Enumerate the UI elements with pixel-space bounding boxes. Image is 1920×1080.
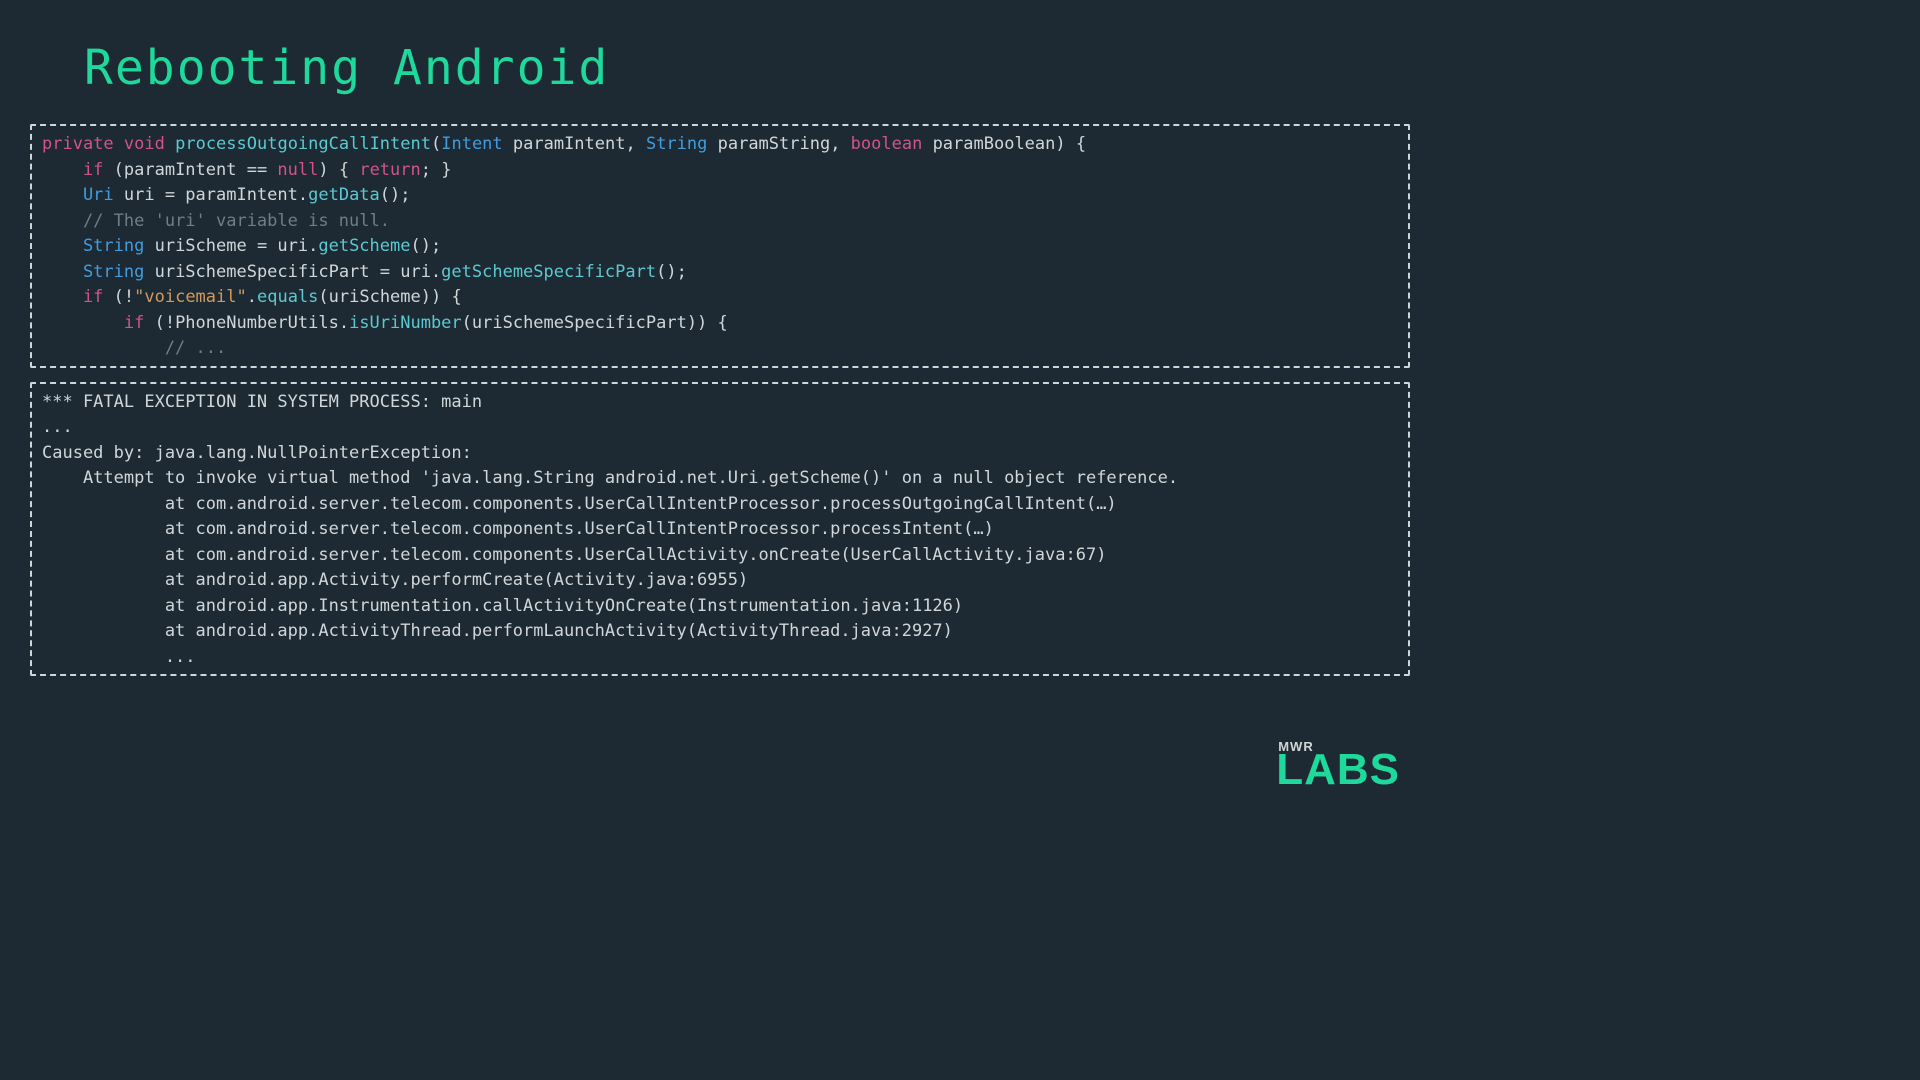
log-line: at com.android.server.telecom.components… bbox=[42, 545, 1106, 565]
code-token: getScheme bbox=[318, 236, 410, 256]
logo-bottom-text: LABS bbox=[1276, 748, 1400, 792]
code-token: private bbox=[42, 134, 114, 154]
code-token: (uriScheme)) { bbox=[318, 287, 461, 307]
log-line: ... bbox=[42, 647, 196, 667]
code-token: Uri bbox=[42, 185, 114, 205]
code-token: boolean bbox=[851, 134, 923, 154]
code-token: (uriSchemeSpecificPart)) { bbox=[462, 313, 728, 333]
code-token: if bbox=[42, 313, 144, 333]
code-token: uri = paramIntent. bbox=[114, 185, 308, 205]
code-token: if bbox=[42, 287, 103, 307]
log-line: Attempt to invoke virtual method 'java.l… bbox=[42, 468, 1178, 488]
code-token: ( bbox=[431, 134, 441, 154]
code-token: null bbox=[277, 160, 318, 180]
code-token: getData bbox=[308, 185, 380, 205]
code-token: equals bbox=[257, 287, 318, 307]
log-line: Caused by: java.lang.NullPointerExceptio… bbox=[42, 443, 472, 463]
code-token: if bbox=[42, 160, 103, 180]
code-token: ) { bbox=[318, 160, 359, 180]
log-line: *** FATAL EXCEPTION IN SYSTEM PROCESS: m… bbox=[42, 392, 482, 412]
code-token: Intent bbox=[441, 134, 502, 154]
log-line: at com.android.server.telecom.components… bbox=[42, 494, 1117, 514]
code-token: // ... bbox=[42, 338, 226, 358]
code-token: String bbox=[646, 134, 707, 154]
slide: Rebooting Android private void processOu… bbox=[0, 0, 1440, 810]
log-line: at android.app.ActivityThread.performLau… bbox=[42, 621, 953, 641]
code-token: (); bbox=[410, 236, 441, 256]
code-token: // The 'uri' variable is null. bbox=[42, 211, 390, 231]
slide-title: Rebooting Android bbox=[84, 40, 1410, 96]
code-token: paramIntent, bbox=[503, 134, 646, 154]
code-token: paramBoolean) { bbox=[922, 134, 1086, 154]
log-line: at android.app.Instrumentation.callActiv… bbox=[42, 596, 963, 616]
code-token: void bbox=[124, 134, 165, 154]
mwr-labs-logo: MWR LABS bbox=[1276, 739, 1400, 792]
code-box-stacktrace: *** FATAL EXCEPTION IN SYSTEM PROCESS: m… bbox=[30, 382, 1410, 677]
log-line: ... bbox=[42, 417, 73, 437]
code-token: String bbox=[42, 236, 144, 256]
code-token: ; } bbox=[421, 160, 452, 180]
code-token: paramString, bbox=[707, 134, 850, 154]
code-token: (paramIntent == bbox=[103, 160, 277, 180]
code-token: (! bbox=[103, 287, 134, 307]
log-line: at android.app.Activity.performCreate(Ac… bbox=[42, 570, 748, 590]
code-token: (); bbox=[380, 185, 411, 205]
code-token: uriSchemeSpecificPart = uri. bbox=[144, 262, 441, 282]
code-token: . bbox=[247, 287, 257, 307]
code-token: isUriNumber bbox=[349, 313, 462, 333]
code-token: (); bbox=[656, 262, 687, 282]
log-line: at com.android.server.telecom.components… bbox=[42, 519, 994, 539]
code-token: "voicemail" bbox=[134, 287, 247, 307]
code-token: String bbox=[42, 262, 144, 282]
code-box-source: private void processOutgoingCallIntent(I… bbox=[30, 124, 1410, 368]
code-token: return bbox=[359, 160, 420, 180]
code-token: getSchemeSpecificPart bbox=[441, 262, 656, 282]
code-token: uriScheme = uri. bbox=[144, 236, 318, 256]
code-token: (!PhoneNumberUtils. bbox=[144, 313, 349, 333]
code-token: processOutgoingCallIntent bbox=[175, 134, 431, 154]
